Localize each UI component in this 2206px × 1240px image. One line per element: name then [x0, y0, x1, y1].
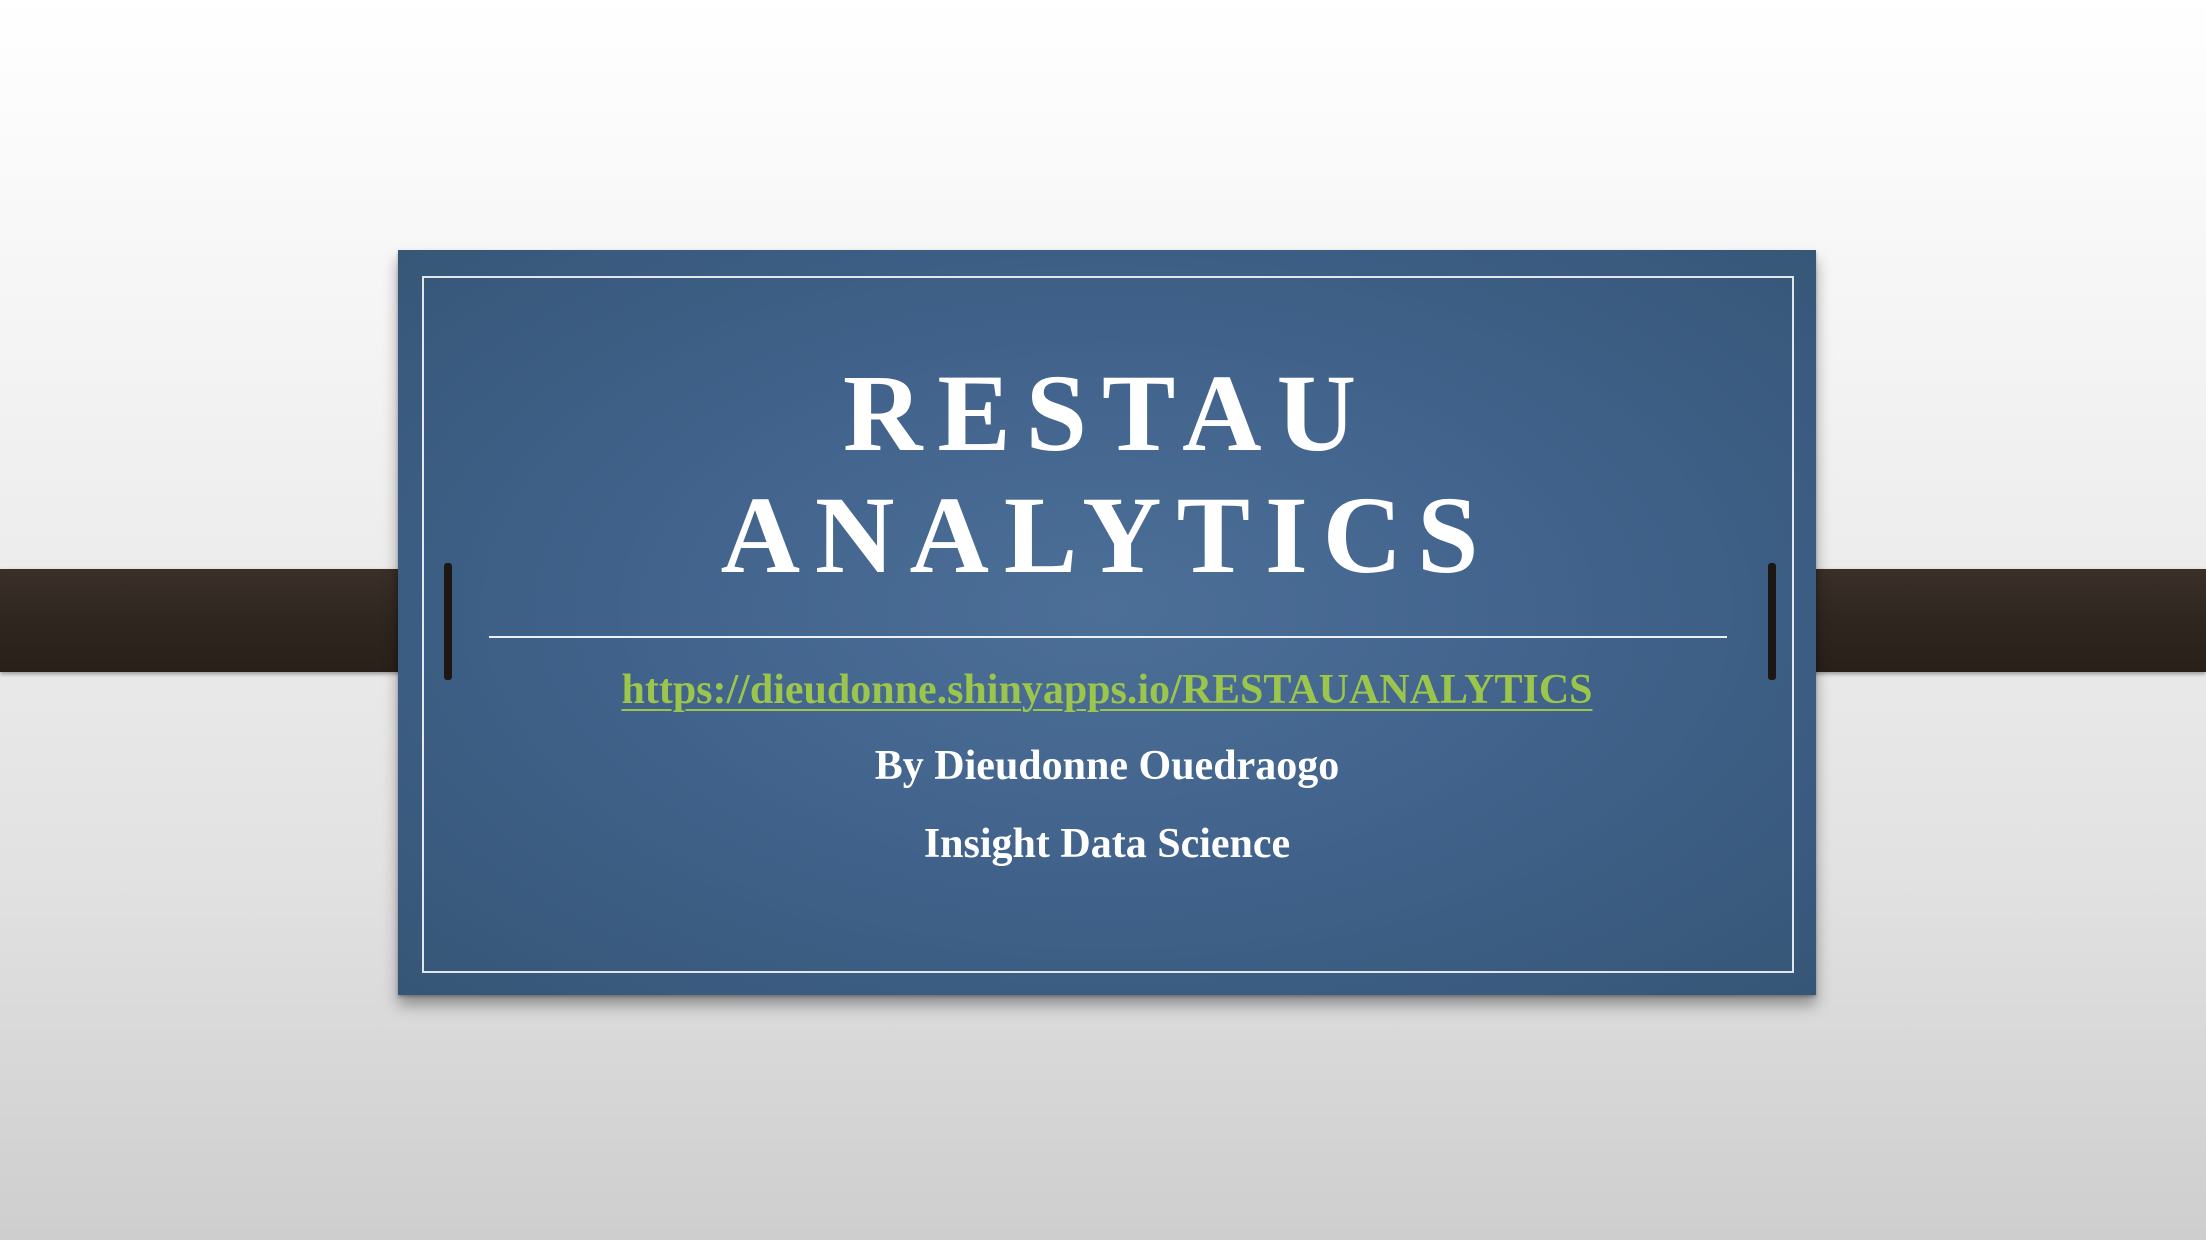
right-strap	[1766, 569, 2206, 672]
left-strap-clip	[444, 563, 452, 680]
right-strap-clip	[1768, 563, 1776, 680]
title-card: RESTAU ANALYTICS https://dieudonne.shiny…	[398, 250, 1816, 995]
title-divider	[489, 636, 1727, 638]
app-link[interactable]: https://dieudonne.shinyapps.io/RESTAUANA…	[398, 662, 1816, 718]
author-name: By Dieudonne Ouedraogo	[874, 743, 1340, 789]
organization-name: Insight Data Science	[923, 821, 1291, 867]
title-line-1: RESTAU	[842, 352, 1372, 474]
title-line-2: ANALYTICS	[720, 474, 1494, 596]
slide-title: RESTAU ANALYTICS	[398, 352, 1816, 596]
left-strap	[0, 569, 452, 672]
